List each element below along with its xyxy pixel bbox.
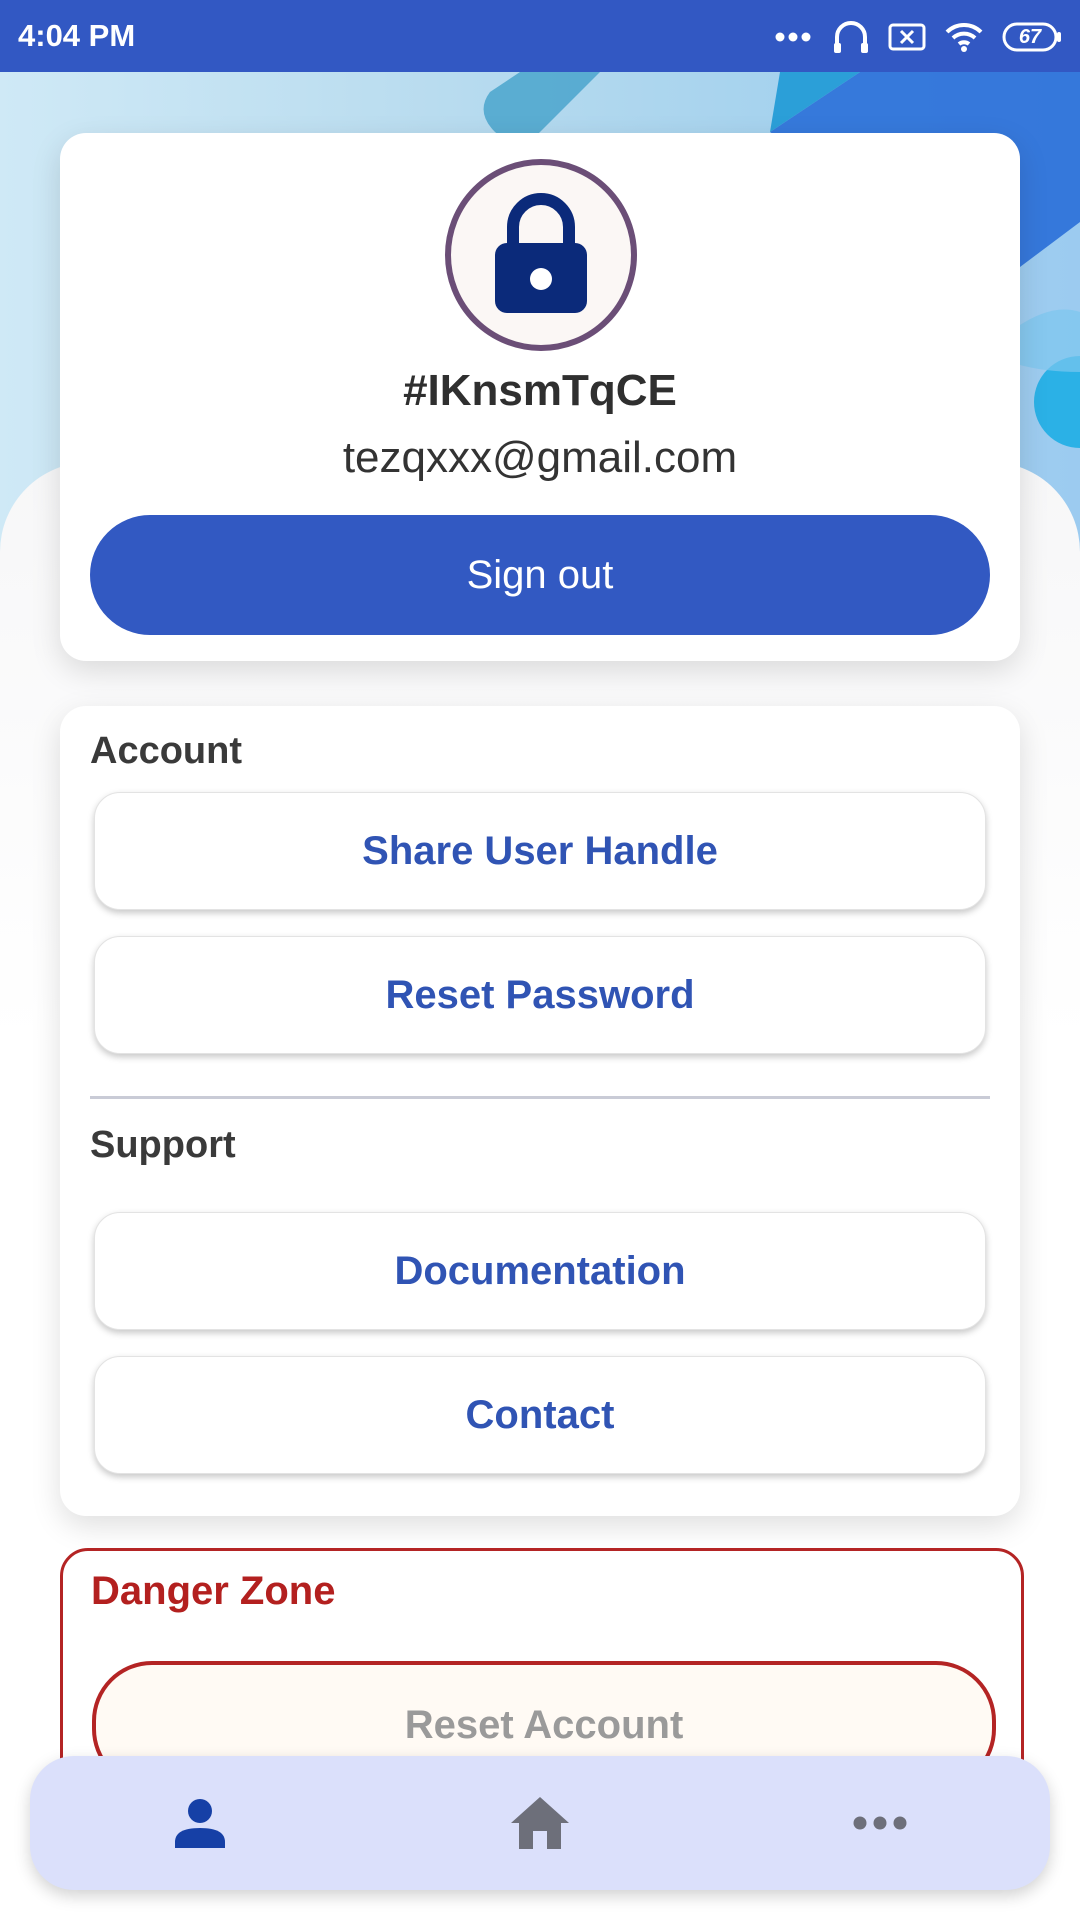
more-icon (853, 1816, 907, 1830)
person-icon (175, 1799, 225, 1848)
no-sim-icon (888, 23, 926, 51)
user-handle: #IKnsmTqCE (403, 366, 677, 415)
wifi-icon (945, 22, 983, 52)
avatar (445, 159, 637, 351)
support-section-title: Support (90, 1124, 236, 1166)
status-time: 4:04 PM (18, 18, 136, 53)
bottom-navigation (30, 1756, 1050, 1890)
lock-icon (495, 193, 587, 313)
share-user-handle-button[interactable]: Share User Handle (94, 792, 986, 910)
status-icons: 67 (774, 16, 1062, 58)
reset-password-button[interactable]: Reset Password (94, 936, 986, 1054)
nav-home[interactable] (440, 1756, 640, 1890)
settings-card: Account Share User Handle Reset Password… (60, 706, 1020, 1516)
more-dots-icon (775, 32, 811, 42)
user-email: tezqxxx@gmail.com (342, 433, 738, 482)
danger-zone-title: Danger Zone (91, 1569, 336, 1613)
battery-indicator: 67 (1002, 22, 1062, 52)
sign-out-button[interactable]: Sign out (90, 515, 990, 635)
battery-level: 67 (1018, 26, 1042, 48)
nav-more[interactable] (780, 1756, 980, 1890)
section-divider (90, 1096, 990, 1099)
home-icon (511, 1797, 569, 1849)
headphones-icon (834, 21, 868, 53)
status-bar: 4:04 PM 67 (0, 0, 1080, 72)
account-section-title: Account (90, 730, 242, 772)
contact-button[interactable]: Contact (94, 1356, 986, 1474)
nav-profile[interactable] (100, 1756, 300, 1890)
profile-card: #IKnsmTqCE tezqxxx@gmail.com Sign out (60, 133, 1020, 661)
documentation-button[interactable]: Documentation (94, 1212, 986, 1330)
